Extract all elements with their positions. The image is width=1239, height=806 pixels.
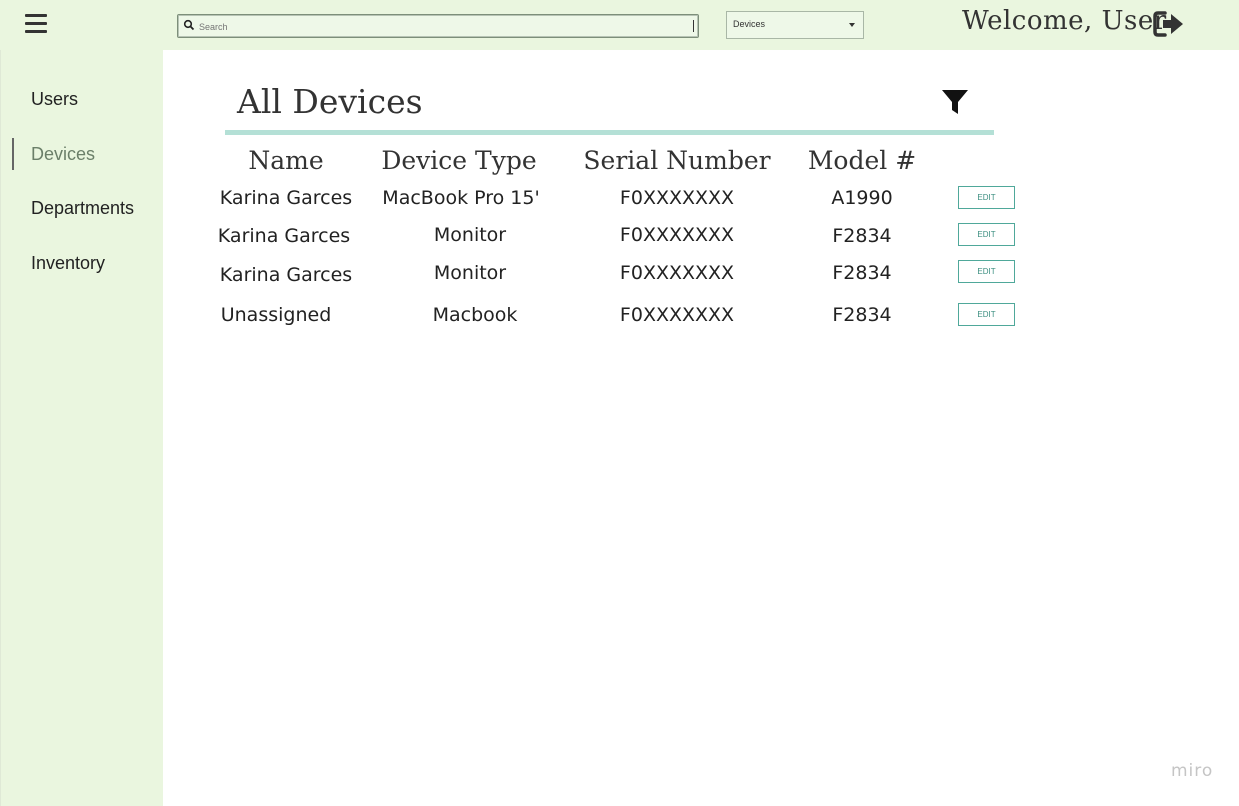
miro-logo: miro (1171, 761, 1214, 781)
sign-out-icon[interactable] (1153, 10, 1185, 38)
cell-name: Karina Garces (219, 264, 353, 286)
page-title: All Devices (237, 82, 423, 121)
cell-serial: F0XXXXXXX (619, 224, 735, 246)
chevron-down-icon (849, 23, 855, 27)
welcome-text: Welcome, User (962, 6, 1167, 36)
sidebar-item-inventory[interactable]: Inventory (31, 253, 105, 274)
edit-button[interactable]: EDIT (958, 186, 1015, 209)
cell-serial: F0XXXXXXX (619, 187, 735, 209)
cell-name: Unassigned (220, 304, 332, 326)
edit-button[interactable]: EDIT (958, 260, 1015, 283)
search-icon (183, 19, 195, 31)
cell-device-type: MacBook Pro 15' (382, 187, 540, 209)
category-select[interactable]: Devices (726, 11, 864, 39)
cell-model: A1990 (831, 187, 893, 209)
cell-model: F2834 (832, 262, 892, 284)
active-nav-indicator (12, 138, 14, 170)
hamburger-icon[interactable] (25, 14, 47, 34)
sidebar-item-departments[interactable]: Departments (31, 198, 134, 219)
cell-device-type: Macbook (432, 304, 518, 326)
column-header-device-type: Device Type (381, 146, 537, 175)
cell-model: F2834 (832, 225, 892, 247)
cell-name: Karina Garces (217, 225, 351, 247)
cell-name: Karina Garces (219, 187, 353, 209)
search-box[interactable] (177, 14, 699, 38)
cell-device-type: Monitor (433, 262, 507, 284)
column-header-serial-number: Serial Number (583, 146, 771, 175)
column-header-name: Name (248, 146, 324, 175)
top-bar: Devices Welcome, User (0, 0, 1239, 50)
edit-button[interactable]: EDIT (958, 223, 1015, 246)
filter-icon[interactable] (941, 88, 969, 116)
edit-button[interactable]: EDIT (958, 303, 1015, 326)
search-input[interactable] (197, 18, 691, 36)
sidebar-item-users[interactable]: Users (31, 89, 78, 110)
cell-model: F2834 (832, 304, 892, 326)
text-caret (693, 20, 694, 32)
cell-serial: F0XXXXXXX (619, 304, 735, 326)
category-select-value: Devices (733, 19, 766, 29)
cell-serial: F0XXXXXXX (619, 262, 735, 284)
cell-device-type: Monitor (433, 224, 507, 246)
sidebar-item-devices[interactable]: Devices (31, 144, 95, 165)
title-divider (225, 130, 994, 135)
column-header-model: Model # (807, 146, 917, 175)
